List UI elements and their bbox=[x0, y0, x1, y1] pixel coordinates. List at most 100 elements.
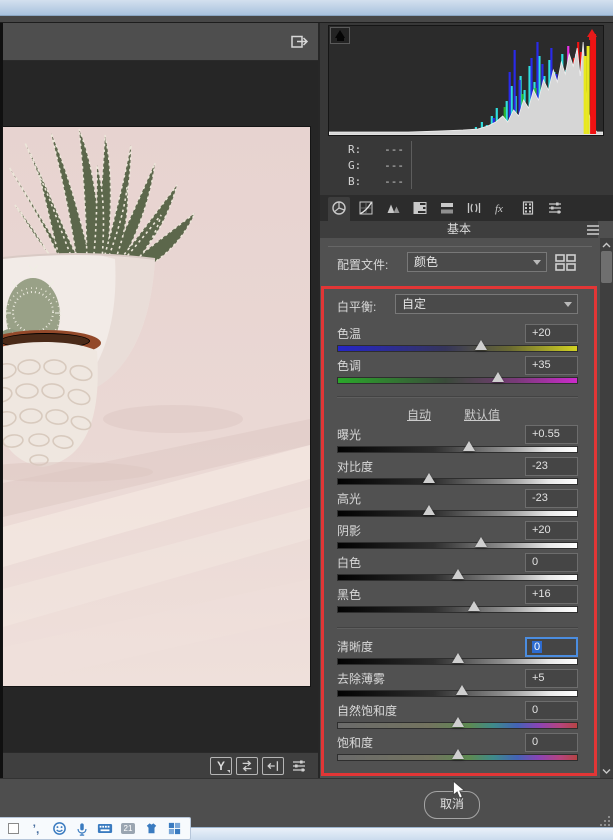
slider-value-dehaze[interactable]: +5 bbox=[525, 669, 578, 688]
preview-preferences-icon[interactable] bbox=[288, 757, 310, 775]
slider-handle-exposure[interactable] bbox=[463, 441, 475, 451]
chevron-down-icon bbox=[533, 260, 541, 265]
ime-skin-icon[interactable] bbox=[143, 821, 159, 837]
slider-label-dehaze: 去除薄雾 bbox=[337, 670, 385, 687]
tool-tab-detail-icon[interactable] bbox=[382, 197, 404, 219]
tool-tab-lens-corrections-icon[interactable] bbox=[463, 197, 485, 219]
auto-default-row: 自动 默认值 bbox=[337, 406, 578, 421]
preview-top-toolbar bbox=[3, 23, 318, 61]
profile-select[interactable]: 颜色 bbox=[407, 252, 547, 272]
slider-label-temperature: 色温 bbox=[337, 325, 361, 342]
slider-value-shadows[interactable]: +20 bbox=[525, 521, 578, 540]
ime-mode-icon[interactable] bbox=[5, 821, 21, 837]
copy-settings-button[interactable] bbox=[262, 757, 284, 775]
ime-emoji-icon[interactable] bbox=[51, 821, 67, 837]
slider-value-temperature[interactable]: +20 bbox=[525, 324, 578, 343]
ime-keyboard-icon[interactable] bbox=[97, 821, 113, 837]
slider-label-tint: 色调 bbox=[337, 357, 361, 374]
channel-value: --- bbox=[368, 158, 404, 174]
slider-handle-saturation[interactable] bbox=[452, 749, 464, 759]
slider-handle-contrast[interactable] bbox=[423, 473, 435, 483]
slider-value-exposure[interactable]: +0.55 bbox=[525, 425, 578, 444]
slider-track-clarity[interactable] bbox=[337, 658, 578, 665]
slider-track-shadows[interactable] bbox=[337, 542, 578, 549]
slider-value-contrast[interactable]: -23 bbox=[525, 457, 578, 476]
slider-value-saturation[interactable]: 0 bbox=[525, 733, 578, 752]
slider-handle-clarity[interactable] bbox=[452, 653, 464, 663]
slider-value-blacks[interactable]: +16 bbox=[525, 585, 578, 604]
before-after-view-button[interactable]: Y bbox=[210, 757, 232, 775]
slider-track-temperature[interactable] bbox=[337, 345, 578, 352]
slider-value-tint[interactable]: +35 bbox=[525, 356, 578, 375]
slider-value-vibrance[interactable]: 0 bbox=[525, 701, 578, 720]
tool-tab-effects-icon[interactable]: fx bbox=[490, 197, 512, 219]
slider-label-vibrance: 自然饱和度 bbox=[337, 702, 397, 719]
scroll-down-icon[interactable] bbox=[600, 764, 613, 776]
highlight-triangle-stem bbox=[589, 37, 596, 40]
dialog-top-edge bbox=[0, 16, 613, 23]
highlight-triangle-icon bbox=[587, 29, 597, 37]
slider-value-highlights[interactable]: -23 bbox=[525, 489, 578, 508]
slider-handle-dehaze[interactable] bbox=[456, 685, 468, 695]
rgb-readout: R:---G:---B:--- bbox=[320, 138, 613, 194]
slider-row-shadows: 阴影 +20 bbox=[337, 521, 578, 551]
profile-value: 颜色 bbox=[414, 255, 438, 269]
slider-track-saturation[interactable] bbox=[337, 754, 578, 761]
toggle-fullscreen-icon[interactable] bbox=[288, 31, 310, 52]
slider-row-clarity: 清晰度0 bbox=[337, 637, 578, 667]
histogram[interactable] bbox=[328, 25, 604, 136]
slider-label-shadows: 阴影 bbox=[337, 522, 361, 539]
auto-link[interactable]: 自动 bbox=[407, 406, 431, 423]
slider-handle-vibrance[interactable] bbox=[452, 717, 464, 727]
slider-handle-temperature[interactable] bbox=[475, 340, 487, 350]
slider-track-tint[interactable] bbox=[337, 377, 578, 384]
ime-punctuation-icon[interactable]: ’, bbox=[28, 821, 44, 837]
tool-tab-hsl-grayscale-icon[interactable] bbox=[409, 197, 431, 219]
panel-menu-icon[interactable] bbox=[586, 223, 600, 235]
slider-value-whites[interactable]: 0 bbox=[525, 553, 578, 572]
shadow-clipping-warning-icon[interactable] bbox=[330, 27, 350, 44]
tool-tab-tone-curve-icon[interactable] bbox=[355, 197, 377, 219]
ime-voice-icon[interactable] bbox=[74, 821, 90, 837]
slider-track-exposure[interactable] bbox=[337, 446, 578, 453]
tool-tab-split-toning-icon[interactable] bbox=[436, 197, 458, 219]
slider-handle-blacks[interactable] bbox=[468, 601, 480, 611]
swap-before-after-button[interactable] bbox=[236, 757, 258, 775]
preview-image[interactable] bbox=[3, 127, 310, 686]
channel-label: G: bbox=[348, 158, 368, 174]
highlight-clipping-warning-icon[interactable] bbox=[583, 27, 603, 44]
slider-handle-highlights[interactable] bbox=[423, 505, 435, 515]
before-after-label: Y bbox=[217, 759, 225, 773]
readout-divider bbox=[411, 141, 412, 189]
slider-row-whites: 白色0 bbox=[337, 553, 578, 583]
scrollbar-thumb[interactable] bbox=[601, 251, 612, 283]
tool-tab-camera-calibration-icon[interactable] bbox=[517, 197, 539, 219]
slider-value-clarity[interactable]: 0 bbox=[525, 637, 578, 657]
scroll-up-icon[interactable] bbox=[600, 238, 613, 250]
slider-handle-shadows[interactable] bbox=[475, 537, 487, 547]
resize-grip[interactable] bbox=[598, 814, 612, 828]
slider-label-contrast: 对比度 bbox=[337, 458, 373, 475]
slider-handle-tint[interactable] bbox=[492, 372, 504, 382]
slider-track-blacks[interactable] bbox=[337, 606, 578, 613]
white-balance-select[interactable]: 自定 bbox=[395, 294, 578, 314]
slider-track-vibrance[interactable] bbox=[337, 722, 578, 729]
slider-handle-whites[interactable] bbox=[452, 569, 464, 579]
slider-track-whites[interactable] bbox=[337, 574, 578, 581]
profile-browser-icon[interactable] bbox=[554, 253, 578, 273]
tool-tab-presets-icon[interactable] bbox=[544, 197, 566, 219]
default-link[interactable]: 默认值 bbox=[464, 406, 500, 423]
ime-skin-count-icon[interactable]: 21 bbox=[120, 821, 136, 837]
profile-row: 配置文件: 颜色 bbox=[337, 252, 578, 278]
slider-track-contrast[interactable] bbox=[337, 478, 578, 485]
slider-label-saturation: 饱和度 bbox=[337, 734, 373, 751]
white-balance-sliders: 色温 +20 色调 +35 bbox=[337, 324, 578, 386]
slider-track-highlights[interactable] bbox=[337, 510, 578, 517]
panel-scrollbar[interactable] bbox=[600, 238, 613, 778]
slider-label-highlights: 高光 bbox=[337, 490, 361, 507]
ime-toolbox-icon[interactable] bbox=[166, 821, 182, 837]
caret-down-icon bbox=[227, 770, 230, 773]
slider-track-dehaze[interactable] bbox=[337, 690, 578, 697]
slider-row-exposure: 曝光+0.55 bbox=[337, 425, 578, 455]
tool-tab-basic-icon[interactable] bbox=[328, 197, 350, 219]
